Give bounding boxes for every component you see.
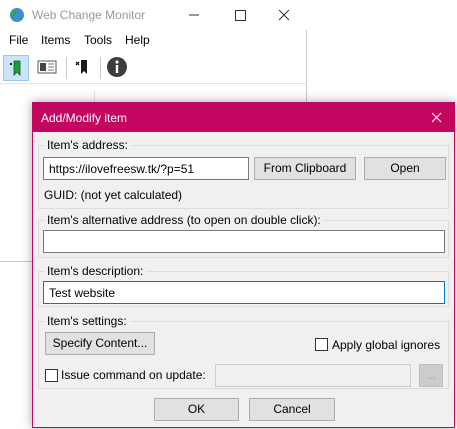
info-icon bbox=[107, 57, 127, 77]
add-item-icon bbox=[10, 60, 21, 76]
edit-item-button[interactable] bbox=[35, 55, 61, 81]
menu-file[interactable]: File bbox=[9, 33, 28, 47]
toolbar-separator bbox=[100, 57, 101, 79]
add-item-button[interactable] bbox=[3, 55, 29, 81]
delete-item-button[interactable] bbox=[71, 55, 97, 81]
globe-icon bbox=[10, 8, 24, 22]
address-group-label: Item's address: bbox=[44, 138, 131, 152]
dialog-title: Add/Modify item bbox=[41, 111, 128, 125]
add-modify-dialog: Add/Modify item Item's address: https://… bbox=[32, 102, 455, 428]
toolbar-separator bbox=[66, 57, 67, 79]
browse-command-button[interactable]: ... bbox=[419, 364, 443, 387]
cancel-button[interactable]: Cancel bbox=[249, 398, 335, 421]
description-group: Item's description: Test website bbox=[38, 264, 449, 307]
minimize-icon[interactable] bbox=[171, 0, 217, 30]
delete-item-icon bbox=[75, 60, 87, 74]
settings-group: Item's settings: Specify Content... Appl… bbox=[38, 314, 449, 389]
menu-bar: File Items Tools Help bbox=[0, 30, 307, 52]
settings-group-label: Item's settings: bbox=[44, 314, 130, 328]
issue-command-checkbox[interactable] bbox=[45, 369, 58, 382]
address-input[interactable]: https://ilovefreesw.tk/?p=51 bbox=[43, 157, 249, 180]
menu-help[interactable]: Help bbox=[125, 33, 150, 47]
alt-address-group: Item's alternative address (to open on d… bbox=[38, 213, 449, 258]
toolbar bbox=[0, 52, 307, 84]
ok-button[interactable]: OK bbox=[154, 398, 239, 421]
maximize-icon[interactable] bbox=[217, 0, 263, 30]
address-group: Item's address: https://ilovefreesw.tk/?… bbox=[38, 138, 449, 209]
apply-global-ignores-label: Apply global ignores bbox=[332, 338, 441, 352]
main-close-icon[interactable] bbox=[261, 0, 307, 30]
menu-items[interactable]: Items bbox=[41, 33, 70, 47]
apply-global-ignores-checkbox[interactable] bbox=[315, 338, 328, 351]
main-title-bar: Web Change Monitor bbox=[0, 0, 307, 30]
alt-address-input[interactable] bbox=[43, 230, 445, 253]
alt-address-group-label: Item's alternative address (to open on d… bbox=[44, 213, 324, 227]
dialog-close-icon[interactable] bbox=[420, 103, 454, 132]
issue-command-label: Issue command on update: bbox=[61, 368, 206, 382]
dialog-title-bar: Add/Modify item bbox=[33, 103, 454, 132]
guid-text: GUID: (not yet calculated) bbox=[44, 188, 183, 202]
info-button[interactable] bbox=[105, 55, 131, 81]
description-input[interactable]: Test website bbox=[43, 281, 445, 304]
command-input[interactable] bbox=[215, 364, 411, 387]
open-button[interactable]: Open bbox=[364, 157, 446, 180]
specify-content-button[interactable]: Specify Content... bbox=[45, 332, 155, 355]
edit-item-icon bbox=[37, 60, 57, 74]
from-clipboard-button[interactable]: From Clipboard bbox=[254, 157, 356, 180]
description-group-label: Item's description: bbox=[44, 264, 147, 278]
main-window-title: Web Change Monitor bbox=[32, 8, 146, 22]
menu-tools[interactable]: Tools bbox=[84, 33, 112, 47]
